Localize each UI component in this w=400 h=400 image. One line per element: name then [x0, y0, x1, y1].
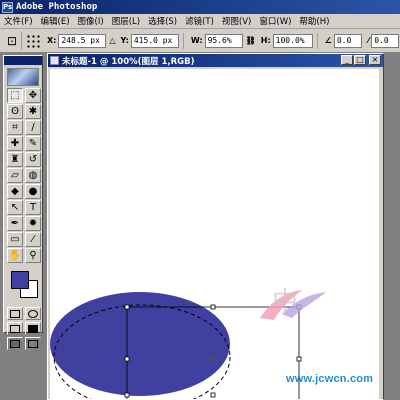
marquee-tool[interactable]: ⬚ — [7, 88, 23, 103]
separator — [182, 32, 184, 49]
menu-view[interactable]: 视图(V) — [218, 15, 255, 27]
watermark-text: www.jcwcn.com — [286, 373, 374, 385]
w-label: W: — [190, 36, 203, 45]
menu-file[interactable]: 文件(F) — [0, 15, 37, 27]
delta-icon[interactable]: △ — [109, 36, 115, 45]
menu-window[interactable]: 窗口(W) — [255, 15, 295, 27]
window-buttons: _ □ × — [341, 55, 381, 65]
hand-tool[interactable]: ✋ — [7, 248, 23, 263]
jump-to-imageready-button[interactable] — [25, 337, 41, 350]
transform-handle[interactable] — [124, 304, 130, 310]
full-screen-menu-button[interactable] — [25, 322, 41, 335]
canvas[interactable] — [50, 69, 379, 399]
tool-grid: ⬚ ✥ ʘ ✱ ⌗ ∕ ✚ ✎ ♜ ↺ ▱ ◍ ◆ ● ↖ T ✒ ✹ ▭ ⁄ ✋ ⚲ — [7, 88, 42, 263]
eyedropper-tool[interactable]: ⁄ — [25, 232, 41, 247]
minimize-button[interactable]: _ — [341, 55, 353, 65]
quick-mask-button[interactable] — [25, 307, 41, 320]
x-label: X: — [47, 36, 57, 45]
photoshop-icon: Ps — [2, 1, 13, 13]
document-window: 未标题-1 @ 100%(图层 1,RGB) _ □ × — [47, 53, 384, 400]
type-tool[interactable]: T — [25, 200, 41, 215]
transform-handle[interactable] — [210, 392, 216, 398]
dodge-tool[interactable]: ● — [25, 184, 41, 199]
zoom-tool[interactable]: ⚲ — [25, 248, 41, 263]
separator — [316, 32, 318, 49]
magic-wand-tool[interactable]: ✱ — [25, 104, 41, 119]
x-field[interactable]: 248.5 px — [58, 33, 107, 48]
toolbox-header[interactable] — [4, 56, 42, 65]
history-brush-tool[interactable]: ↺ — [25, 152, 41, 167]
transform-handle[interactable] — [124, 356, 130, 362]
svg-text:中: 中 — [272, 287, 298, 317]
transform-tool-icon[interactable]: ⊡ — [3, 31, 22, 50]
eraser-tool[interactable]: ▱ — [7, 168, 23, 183]
slice-tool[interactable]: ∕ — [25, 120, 41, 135]
reference-point-icon[interactable] — [26, 33, 40, 48]
move-tool[interactable]: ✥ — [25, 88, 41, 103]
angle-field[interactable]: 0.0 — [333, 33, 362, 48]
blur-tool[interactable]: ◆ — [7, 184, 23, 199]
close-button[interactable]: × — [369, 55, 381, 65]
screen-mode-row — [7, 322, 42, 335]
mask-mode-row — [7, 307, 42, 320]
menu-help[interactable]: 帮助(H) — [295, 15, 333, 27]
lasso-tool[interactable]: ʘ — [7, 104, 23, 119]
toolbox: ⬚ ✥ ʘ ✱ ⌗ ∕ ✚ ✎ ♜ ↺ ▱ ◍ ◆ ● ↖ T ✒ ✹ ▭ ⁄ ✋ ⚲ — [3, 55, 43, 350]
ellipse-shape — [50, 292, 230, 396]
notes-tool[interactable]: ▭ — [7, 232, 23, 247]
healing-brush-tool[interactable]: ✚ — [7, 136, 23, 151]
custom-shape-tool[interactable]: ✹ — [25, 216, 41, 231]
adobe-online-logo[interactable] — [7, 68, 39, 86]
workspace-edge — [384, 53, 400, 400]
pen-tool[interactable]: ✒ — [7, 216, 23, 231]
skew-icon: ⁄ — [367, 36, 370, 45]
h-field[interactable]: 100.0% — [272, 33, 313, 48]
menu-select[interactable]: 选择(S) — [144, 15, 181, 27]
document-title: 未标题-1 @ 100%(图层 1,RGB) — [62, 56, 195, 67]
crop-tool[interactable]: ⌗ — [7, 120, 23, 135]
document-icon — [50, 56, 59, 65]
maximize-button[interactable]: □ — [354, 55, 366, 65]
options-bar: ⊡ X: 248.5 px △ Y: 415.0 px W: 95.6% ⛓ H… — [0, 29, 400, 53]
clone-stamp-tool[interactable]: ♜ — [7, 152, 23, 167]
watermark-logo: 中 — [260, 287, 326, 320]
menu-edit[interactable]: 编辑(E) — [37, 15, 74, 27]
transform-handle[interactable] — [124, 392, 130, 398]
menu-filter[interactable]: 滤镜(T) — [181, 15, 218, 27]
color-swatches — [7, 269, 39, 305]
transform-handle[interactable] — [296, 356, 302, 362]
standard-screen-button[interactable] — [7, 322, 23, 335]
y-label: Y: — [120, 36, 129, 45]
transform-handle[interactable] — [210, 304, 216, 310]
menu-image[interactable]: 图像(I) — [74, 15, 108, 27]
menubar: 文件(F) 编辑(E) 图像(I) 图层(L) 选择(S) 滤镜(T) 视图(V… — [0, 14, 400, 29]
y-field[interactable]: 415.0 px — [130, 33, 179, 48]
menu-layer[interactable]: 图层(L) — [108, 15, 144, 27]
standard-mode-button[interactable] — [7, 307, 23, 320]
paint-bucket-tool[interactable]: ◍ — [25, 168, 41, 183]
app-title: Adobe Photoshop — [16, 2, 98, 12]
document-titlebar[interactable]: 未标题-1 @ 100%(图层 1,RGB) _ □ × — [48, 54, 383, 67]
w-field[interactable]: 95.6% — [204, 33, 243, 48]
path-selection-tool[interactable]: ↖ — [7, 200, 23, 215]
h-label: H: — [260, 36, 271, 45]
app-titlebar: Ps Adobe Photoshop — [0, 0, 400, 14]
full-screen-button[interactable] — [7, 337, 23, 350]
skew-field[interactable]: 0.0 — [371, 33, 400, 48]
foreground-color-swatch[interactable] — [11, 271, 29, 289]
angle-icon: ∠ — [324, 36, 332, 45]
link-icon[interactable]: ⛓ — [246, 36, 256, 45]
brush-tool[interactable]: ✎ — [25, 136, 41, 151]
jump-row — [7, 337, 42, 350]
canvas-artwork — [50, 292, 302, 399]
